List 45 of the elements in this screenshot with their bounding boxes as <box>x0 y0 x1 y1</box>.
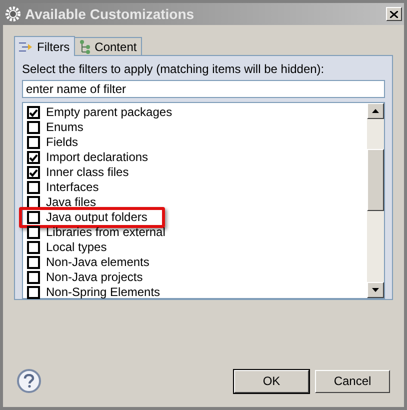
filter-label: Java files <box>46 195 96 210</box>
cancel-button[interactable]: Cancel <box>315 370 390 392</box>
filter-label: Non-Java elements <box>46 255 150 270</box>
checkbox[interactable] <box>27 256 40 269</box>
checkbox[interactable] <box>27 166 40 179</box>
filter-label: Fields <box>46 135 78 150</box>
window-title: Available Customizations <box>25 4 194 24</box>
checkbox[interactable] <box>27 151 40 164</box>
filter-label: Empty parent packages <box>46 105 172 120</box>
checkbox[interactable] <box>27 121 40 134</box>
instruction-text: Select the filters to apply (matching items will be hidden): <box>22 62 326 76</box>
scroll-thumb[interactable] <box>367 149 384 211</box>
filter-label: Inner class files <box>46 165 129 180</box>
gear-icon <box>5 6 21 22</box>
down-arrow-icon <box>372 288 379 292</box>
scroll-up-button[interactable] <box>367 103 384 119</box>
filter-label: Non-Spring Elements <box>46 285 160 300</box>
tab[interactable]: Filters <box>14 36 75 56</box>
ok-button[interactable]: OK <box>234 370 309 392</box>
checkbox[interactable] <box>27 106 40 119</box>
filter-label: Non-Java projects <box>46 270 143 285</box>
arrows-icon <box>19 40 33 52</box>
checkbox[interactable] <box>27 181 40 194</box>
filter-label: Enums <box>46 120 84 135</box>
filter-label: Java output folders <box>46 210 148 225</box>
tree-icon <box>78 40 91 54</box>
filter-label: Interfaces <box>46 180 99 195</box>
up-arrow-icon <box>372 109 379 113</box>
help-icon <box>23 374 35 388</box>
close-button[interactable] <box>386 7 402 21</box>
checkbox[interactable] <box>27 211 40 224</box>
filter-label: Import declarations <box>46 150 148 165</box>
checkbox[interactable] <box>27 271 40 284</box>
checkbox[interactable] <box>27 136 40 149</box>
checkbox[interactable] <box>27 226 40 239</box>
close-icon <box>390 10 398 18</box>
scroll-down-button[interactable] <box>367 282 384 298</box>
filter-label: Local types <box>46 240 107 255</box>
scrollbar[interactable] <box>367 103 384 298</box>
help-button[interactable] <box>17 369 41 393</box>
filter-field[interactable]: enter name of filter <box>22 80 385 98</box>
checkbox[interactable] <box>27 241 40 254</box>
tab[interactable]: Content <box>74 37 142 55</box>
filter-label: Libraries from external <box>46 225 166 240</box>
checkbox[interactable] <box>27 286 40 299</box>
